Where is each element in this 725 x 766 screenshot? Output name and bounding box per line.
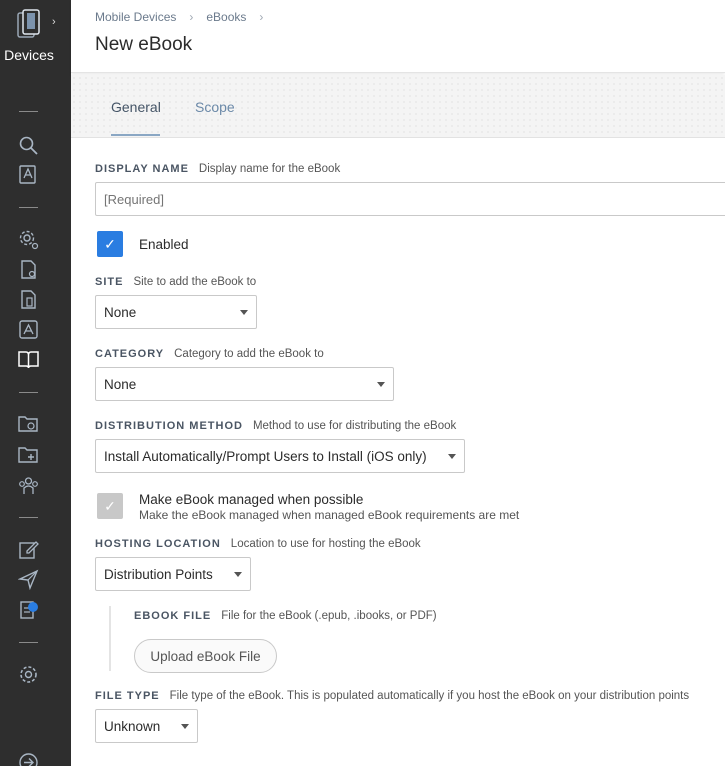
checkmark-icon: ✓ bbox=[104, 235, 116, 252]
site-label: SITE Site to add the eBook to bbox=[95, 276, 256, 288]
edit-icon[interactable] bbox=[18, 539, 39, 560]
document-mobile-icon[interactable] bbox=[18, 289, 39, 310]
subsection-indent-line bbox=[109, 606, 111, 671]
category-hint: Category to add the eBook to bbox=[174, 348, 324, 360]
ebook-file-label: EBOOK FILE File for the eBook (.epub, .ib… bbox=[134, 610, 437, 622]
breadcrumb-separator-icon: › bbox=[259, 10, 264, 24]
general-form: DISPLAY NAME Display name for the eBook ✓… bbox=[71, 139, 725, 766]
devices-icon bbox=[17, 9, 40, 38]
sidebar-divider bbox=[19, 642, 38, 643]
managed-checkbox[interactable]: ✓ bbox=[97, 493, 123, 519]
caret-down-icon bbox=[181, 723, 189, 729]
groups-icon[interactable] bbox=[18, 475, 39, 496]
settings-gear-icon[interactable] bbox=[18, 229, 39, 250]
folder-sync-icon[interactable] bbox=[18, 413, 39, 434]
managed-sublabel: Make the eBook managed when managed eBoo… bbox=[139, 508, 520, 522]
breadcrumb-ebooks[interactable]: eBooks bbox=[206, 10, 246, 24]
display-name-hint: Display name for the eBook bbox=[198, 163, 341, 175]
tab-bar: General Scope bbox=[71, 75, 725, 138]
display-name-label-text: DISPLAY NAME bbox=[95, 163, 189, 175]
distribution-method-label-text: DISTRIBUTION METHOD bbox=[95, 420, 243, 432]
sidebar: › Devices bbox=[0, 0, 71, 766]
file-type-select-value: Unknown bbox=[104, 718, 161, 734]
document-gear-icon[interactable] bbox=[18, 259, 39, 280]
site-select-value: None bbox=[104, 304, 137, 320]
ebook-icon[interactable] bbox=[18, 349, 39, 370]
tab-scope[interactable]: Scope bbox=[195, 99, 235, 115]
enabled-checkbox[interactable]: ✓ bbox=[97, 231, 123, 257]
sidebar-devices-section[interactable]: › Devices bbox=[0, 0, 71, 72]
display-name-input[interactable] bbox=[95, 182, 725, 216]
distribution-method-hint: Method to use for distributing the eBook bbox=[252, 420, 457, 432]
hosting-location-select-value: Distribution Points bbox=[104, 566, 213, 582]
caret-down-icon bbox=[234, 571, 242, 577]
managed-label: Make eBook managed when possible bbox=[139, 492, 364, 507]
file-type-label-text: FILE TYPE bbox=[95, 690, 160, 702]
breadcrumb: Mobile Devices › eBooks › bbox=[95, 10, 276, 24]
gear-icon[interactable] bbox=[18, 664, 39, 685]
app-store-icon[interactable] bbox=[18, 319, 39, 340]
enabled-label: Enabled bbox=[139, 237, 189, 252]
breadcrumb-mobile-devices[interactable]: Mobile Devices bbox=[95, 10, 176, 24]
distribution-method-label: DISTRIBUTION METHOD Method to use for dis… bbox=[95, 420, 456, 432]
search-icon[interactable] bbox=[18, 135, 39, 156]
category-label-text: CATEGORY bbox=[95, 348, 165, 360]
sidebar-divider bbox=[19, 111, 38, 112]
file-type-label: FILE TYPE File type of the eBook. This is… bbox=[95, 690, 689, 702]
sidebar-divider bbox=[19, 207, 38, 208]
caret-down-icon bbox=[377, 381, 385, 387]
distribution-method-select[interactable]: Install Automatically/Prompt Users to In… bbox=[95, 439, 465, 473]
site-select[interactable]: None bbox=[95, 295, 257, 329]
send-icon[interactable] bbox=[18, 569, 39, 590]
caret-down-icon bbox=[448, 453, 456, 459]
file-type-hint: File type of the eBook. This is populate… bbox=[169, 690, 690, 702]
active-tab-indicator bbox=[111, 134, 160, 136]
caret-down-icon bbox=[240, 309, 248, 315]
category-label: CATEGORY Category to add the eBook to bbox=[95, 348, 324, 360]
hosting-location-hint: Location to use for hosting the eBook bbox=[230, 538, 421, 550]
notification-badge bbox=[28, 602, 38, 612]
distribution-method-select-value: Install Automatically/Prompt Users to In… bbox=[104, 448, 427, 464]
sidebar-title: Devices bbox=[4, 47, 54, 63]
mobile-search-icon[interactable] bbox=[18, 164, 39, 185]
hosting-location-label: HOSTING LOCATION Location to use for host… bbox=[95, 538, 421, 550]
display-name-label: DISPLAY NAME Display name for the eBook bbox=[95, 163, 340, 175]
hosting-location-select[interactable]: Distribution Points bbox=[95, 557, 251, 591]
arrow-right-circle-icon[interactable] bbox=[18, 752, 39, 766]
chevron-right-icon[interactable]: › bbox=[52, 16, 56, 28]
ebook-file-hint: File for the eBook (.epub, .ibooks, or P… bbox=[221, 610, 437, 622]
ebook-file-label-text: EBOOK FILE bbox=[134, 610, 212, 622]
upload-ebook-file-button[interactable]: Upload eBook File bbox=[134, 639, 277, 673]
category-select-value: None bbox=[104, 376, 137, 392]
hosting-location-label-text: HOSTING LOCATION bbox=[95, 538, 221, 550]
page-title: New eBook bbox=[95, 34, 193, 55]
sidebar-divider bbox=[19, 517, 38, 518]
site-label-text: SITE bbox=[95, 276, 124, 288]
breadcrumb-separator-icon: › bbox=[189, 10, 194, 24]
checkmark-icon: ✓ bbox=[104, 497, 116, 514]
category-select[interactable]: None bbox=[95, 367, 394, 401]
page-header: Mobile Devices › eBooks › New eBook bbox=[71, 0, 725, 73]
folder-add-icon[interactable] bbox=[18, 444, 39, 465]
sidebar-divider bbox=[19, 392, 38, 393]
site-hint: Site to add the eBook to bbox=[133, 276, 257, 288]
file-type-select[interactable]: Unknown bbox=[95, 709, 198, 743]
tab-general[interactable]: General bbox=[111, 99, 161, 115]
